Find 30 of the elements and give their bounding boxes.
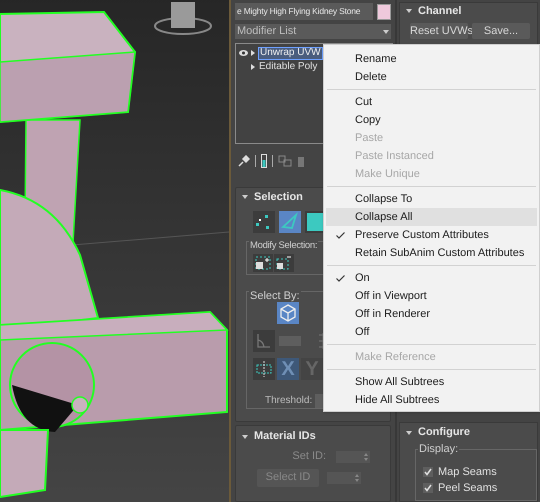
menu-item[interactable]: Cut — [326, 93, 537, 111]
set-id-label: Set ID: — [292, 451, 326, 462]
checkbox-label: Map Seams — [438, 466, 497, 478]
modifier-item[interactable]: Unwrap UVW — [258, 46, 323, 60]
rollout-title[interactable]: Configure — [418, 427, 470, 438]
group-label: Select By: — [249, 291, 301, 302]
modifier-item[interactable]: Editable Poly — [258, 62, 318, 72]
menu-item[interactable]: Retain SubAnim Custom Attributes — [326, 244, 537, 262]
checkbox-label: Peel Seams — [438, 482, 498, 494]
rollout-title[interactable]: Selection — [254, 192, 303, 203]
menu-item[interactable]: Rename — [326, 50, 537, 68]
menu-item[interactable]: Off — [326, 323, 537, 341]
channel-button[interactable]: Save... — [472, 23, 530, 39]
object-name-field[interactable]: e Mighty High Flying Kidney Stone — [235, 3, 373, 20]
modifier-list-dropdown[interactable]: Modifier List — [235, 24, 391, 40]
rollout-title[interactable]: Channel — [418, 6, 462, 16]
menu-item[interactable]: Preserve Custom Attributes — [326, 226, 537, 244]
menu-item[interactable]: Off in Viewport — [326, 287, 537, 305]
menu-item[interactable]: Off in Renderer — [326, 305, 537, 323]
threshold-label: Threshold: — [265, 396, 312, 406]
menu-item[interactable]: Hide All Subtrees — [326, 391, 537, 409]
menu-item[interactable]: Collapse To — [326, 190, 537, 208]
group-label: Display: — [418, 444, 460, 455]
menu-item[interactable]: Copy — [326, 111, 537, 129]
rollout-title[interactable]: Material IDs — [254, 431, 316, 442]
group-label: Modify Selection: — [249, 241, 318, 251]
menu-item[interactable]: Collapse All — [326, 208, 537, 226]
menu-item[interactable]: On — [326, 269, 537, 287]
menu-item[interactable]: Show All Subtrees — [326, 373, 537, 391]
menu-item[interactable]: Delete — [326, 68, 537, 86]
